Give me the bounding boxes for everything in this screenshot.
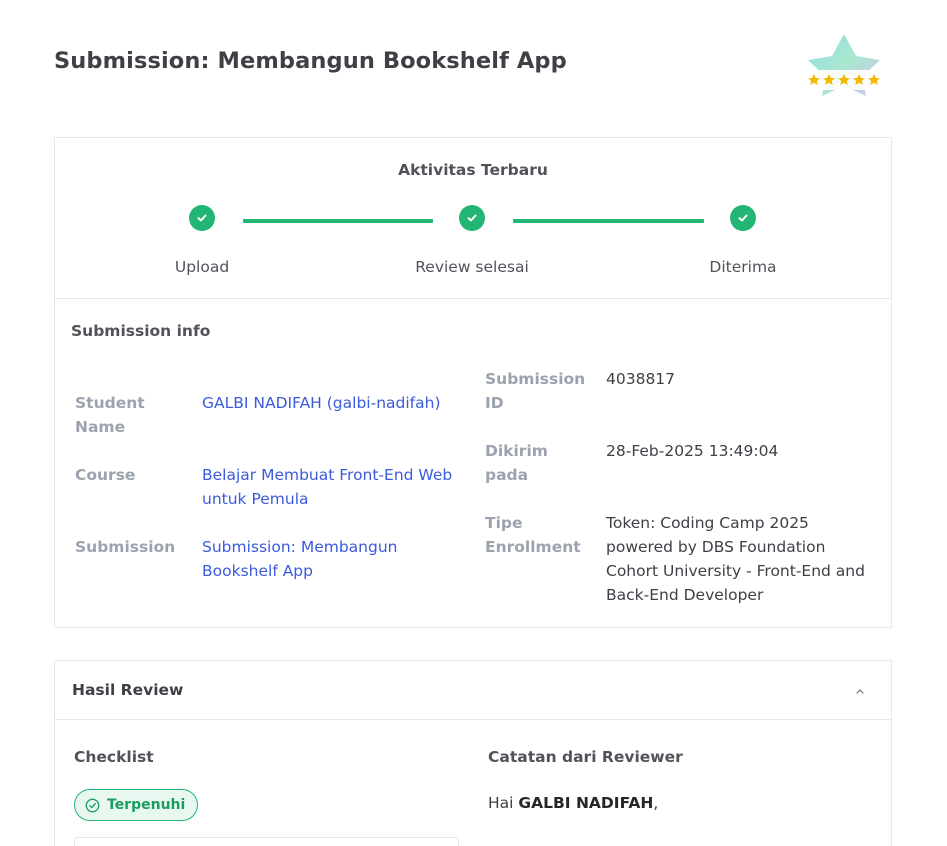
student-name-label: Student Name <box>75 394 145 436</box>
status-badge-label: Terpenuhi <box>107 797 186 813</box>
page-title: Submission: Membangun Bookshelf App <box>54 48 567 74</box>
step-connector-1 <box>243 219 433 223</box>
checklist-title: Checklist <box>74 748 154 766</box>
chevron-up-icon[interactable] <box>853 683 867 697</box>
review-title: Hasil Review <box>72 681 184 699</box>
step-label-accepted: Diterima <box>709 258 777 276</box>
step-connector-2 <box>513 219 704 223</box>
enrollment-type-value: Token: Coding Camp 2025 powered by DBS F… <box>606 514 865 604</box>
reviewer-greeting: Hai GALBI NADIFAH, <box>488 794 658 812</box>
student-name-link[interactable]: GALBI NADIFAH (galbi-nadifah) <box>202 391 462 415</box>
sent-at-value: 28-Feb-2025 13:49:04 <box>606 442 779 460</box>
check-circle-icon <box>85 798 100 813</box>
submission-card: Aktivitas Terbaru Upload Review selesai … <box>54 137 892 628</box>
step-review-check-icon <box>459 205 485 231</box>
step-upload-check-icon <box>189 205 215 231</box>
activity-title: Aktivitas Terbaru <box>398 161 548 179</box>
reviewer-notes-title: Catatan dari Reviewer <box>488 748 683 766</box>
course-link[interactable]: Belajar Membuat Front-End Web untuk Pemu… <box>202 463 462 511</box>
review-card: Hasil Review Checklist Terpenuhi Catatan… <box>54 660 892 846</box>
review-header[interactable]: Hasil Review <box>55 661 891 720</box>
step-label-upload: Upload <box>174 258 230 276</box>
checklist-item <box>74 837 459 846</box>
step-label-review: Review selesai <box>415 258 529 276</box>
greeting-prefix: Hai <box>488 794 519 812</box>
submission-info-title: Submission info <box>71 322 211 340</box>
submission-id-value: 4038817 <box>606 370 676 388</box>
star-rating-badge-icon <box>800 32 890 98</box>
greeting-name: GALBI NADIFAH <box>518 794 654 812</box>
submission-id-label: Submission ID <box>485 370 586 412</box>
step-accepted-check-icon <box>730 205 756 231</box>
submission-label: Submission <box>75 538 176 556</box>
submission-link[interactable]: Submission: Membangun Bookshelf App <box>202 535 432 583</box>
sent-at-label: Dikirim pada <box>485 442 548 484</box>
status-badge: Terpenuhi <box>74 789 198 821</box>
divider <box>55 298 891 299</box>
enrollment-type-label: Tipe Enrollment <box>485 514 581 556</box>
course-label: Course <box>75 466 136 484</box>
greeting-suffix: , <box>653 794 659 812</box>
